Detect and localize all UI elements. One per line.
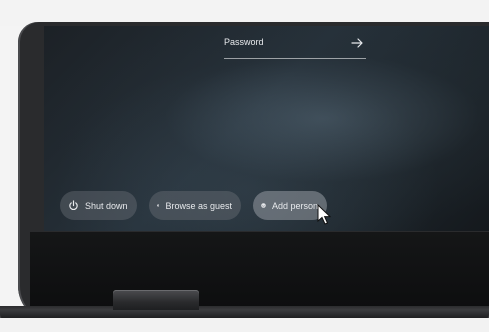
add-person-button[interactable]: Add person — [253, 191, 327, 220]
arrow-right-icon[interactable] — [350, 36, 364, 50]
password-field[interactable]: Password — [224, 34, 366, 59]
account-circle-icon — [157, 204, 160, 207]
laptop-hinge — [113, 290, 199, 310]
shut-down-button[interactable]: Shut down — [60, 191, 137, 220]
shut-down-label: Shut down — [85, 200, 128, 211]
add-person-icon — [261, 203, 266, 208]
login-screen: Password Shut down Browse as guest Add p… — [44, 26, 489, 231]
browse-as-guest-label: Browse as guest — [165, 200, 232, 211]
photo-stage: Password Shut down Browse as guest Add p… — [0, 0, 489, 332]
floor-surface — [0, 318, 489, 332]
password-placeholder: Password — [224, 37, 264, 47]
add-person-label: Add person — [271, 200, 318, 211]
power-icon — [69, 200, 78, 211]
laptop-bezel — [30, 232, 489, 308]
mouse-pointer-icon — [317, 204, 332, 225]
browse-as-guest-button[interactable]: Browse as guest — [149, 191, 241, 220]
